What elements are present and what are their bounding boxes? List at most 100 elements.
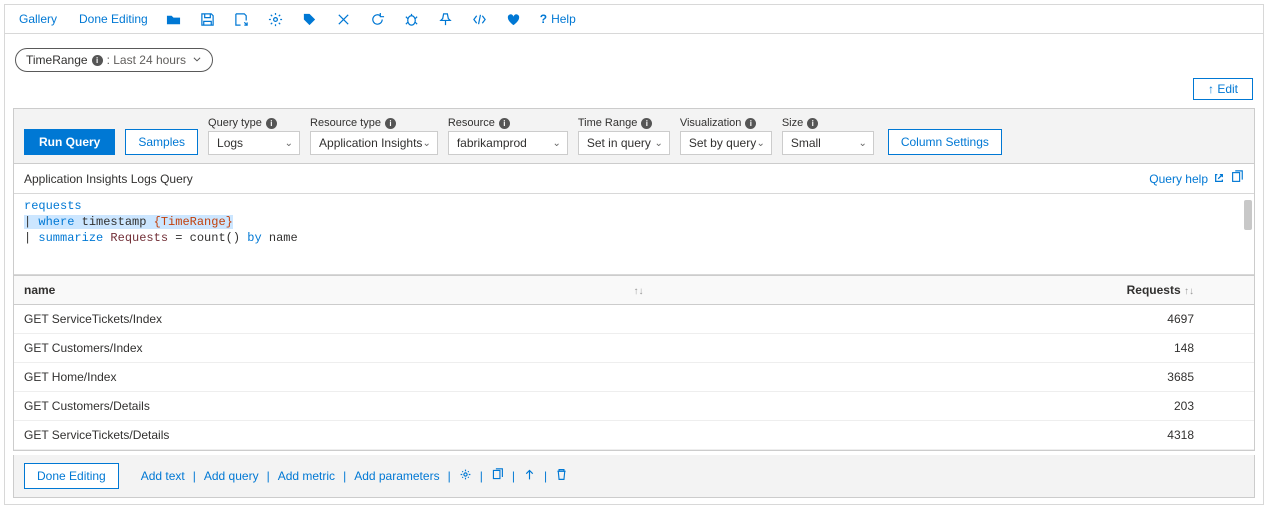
info-icon: i xyxy=(499,118,510,129)
info-icon: i xyxy=(807,118,818,129)
run-query-label: Run Query xyxy=(39,135,100,149)
query-type-value: Logs xyxy=(217,136,243,150)
done-editing-footer-button[interactable]: Done Editing xyxy=(24,463,119,489)
help-label: Help xyxy=(551,12,576,26)
copy-icon[interactable] xyxy=(1230,170,1244,187)
edit-button-label: ↑ Edit xyxy=(1208,82,1238,96)
chevron-down-icon: ⌄ xyxy=(858,138,866,149)
visualization-label: Visualizationi xyxy=(680,117,772,129)
table-row[interactable]: GET Home/Index3685 xyxy=(14,363,1254,392)
query-editor[interactable]: requests | where timestamp {TimeRange} |… xyxy=(14,193,1254,275)
move-up-icon[interactable] xyxy=(523,468,536,484)
info-icon: i xyxy=(385,118,396,129)
samples-button[interactable]: Samples xyxy=(125,129,198,155)
column-header-name[interactable]: name xyxy=(14,276,623,305)
back-to-gallery-link[interactable]: Gallery xyxy=(15,12,57,26)
cell-requests: 4318 xyxy=(663,421,1234,450)
code-icon[interactable] xyxy=(472,11,488,27)
time-range-dropdown[interactable]: Set in query ⌄ xyxy=(578,131,670,155)
code-line-1: requests xyxy=(24,199,82,213)
time-range-label: Time Rangei xyxy=(578,117,670,129)
chevron-down-icon: ⌄ xyxy=(654,138,662,149)
resource-type-dropdown[interactable]: Application Insights ⌄ xyxy=(310,131,438,155)
column-settings-label: Column Settings xyxy=(901,135,989,149)
visualization-dropdown[interactable]: Set by query ⌄ xyxy=(680,131,772,155)
gear-icon[interactable] xyxy=(459,468,472,484)
refresh-icon[interactable] xyxy=(370,11,386,27)
add-metric-link[interactable]: Add metric xyxy=(278,469,335,483)
query-help-label: Query help xyxy=(1149,172,1208,186)
resource-dropdown[interactable]: fabrikamprod ⌄ xyxy=(448,131,568,155)
time-range-value: Set in query xyxy=(587,136,651,150)
table-row[interactable]: GET ServiceTickets/Index4697 xyxy=(14,305,1254,334)
done-editing-top-link[interactable]: Done Editing xyxy=(75,12,148,26)
visualization-value: Set by query xyxy=(689,136,756,150)
done-editing-footer-label: Done Editing xyxy=(37,469,106,483)
bug-icon[interactable] xyxy=(404,11,420,27)
tag-icon[interactable] xyxy=(302,11,318,27)
table-row[interactable]: GET ServiceTickets/Details4318 xyxy=(14,421,1254,450)
size-label: Sizei xyxy=(782,117,874,129)
done-editing-top-label: Done Editing xyxy=(79,12,148,26)
resource-label: Resourcei xyxy=(448,117,568,129)
delete-icon[interactable] xyxy=(555,468,568,484)
size-value: Small xyxy=(791,136,821,150)
table-scroll-gutter xyxy=(1234,276,1254,305)
heart-icon[interactable] xyxy=(506,11,522,27)
column-sort-name[interactable]: ↑↓ xyxy=(623,276,663,305)
size-dropdown[interactable]: Small ⌄ xyxy=(782,131,874,155)
cell-name: GET ServiceTickets/Index xyxy=(14,305,663,334)
info-icon: i xyxy=(745,118,756,129)
cell-requests: 148 xyxy=(663,334,1234,363)
external-link-icon xyxy=(1214,172,1224,186)
gear-icon[interactable] xyxy=(268,11,284,27)
column-settings-button[interactable]: Column Settings xyxy=(888,129,1002,155)
chevron-down-icon: ⌄ xyxy=(552,138,560,149)
chevron-down-icon xyxy=(192,53,202,67)
add-parameters-link[interactable]: Add parameters xyxy=(354,469,439,483)
open-folder-icon[interactable] xyxy=(166,11,182,27)
resource-value: fabrikamprod xyxy=(457,136,527,150)
copy-icon[interactable] xyxy=(491,468,504,484)
run-query-button[interactable]: Run Query xyxy=(24,129,115,155)
timerange-pill-value: : Last 24 hours xyxy=(107,53,186,67)
query-type-dropdown[interactable]: Logs ⌄ xyxy=(208,131,300,155)
query-help-link[interactable]: Query help xyxy=(1149,170,1244,187)
info-icon: i xyxy=(266,118,277,129)
chevron-down-icon: ⌄ xyxy=(756,138,764,149)
samples-label: Samples xyxy=(138,135,185,149)
cell-requests: 3685 xyxy=(663,363,1234,392)
code-line-2: | where timestamp {TimeRange} xyxy=(24,215,233,229)
cell-name: GET Customers/Index xyxy=(14,334,663,363)
chevron-down-icon: ⌄ xyxy=(422,138,430,149)
gallery-label: Gallery xyxy=(19,12,57,26)
timerange-pill[interactable]: TimeRange i : Last 24 hours xyxy=(15,48,213,72)
help-icon: ? xyxy=(540,12,547,26)
add-query-link[interactable]: Add query xyxy=(204,469,259,483)
pin-icon[interactable] xyxy=(438,11,454,27)
help-link[interactable]: ? Help xyxy=(540,12,576,26)
column-header-requests[interactable]: Requests ↑↓ xyxy=(663,276,1234,305)
query-title: Application Insights Logs Query xyxy=(24,172,193,186)
cell-requests: 203 xyxy=(663,392,1234,421)
edit-button[interactable]: ↑ Edit xyxy=(1193,78,1253,100)
table-row[interactable]: GET Customers/Details203 xyxy=(14,392,1254,421)
save-as-icon[interactable] xyxy=(234,11,250,27)
cell-name: GET Home/Index xyxy=(14,363,663,392)
query-type-label: Query typei xyxy=(208,117,300,129)
chevron-down-icon: ⌄ xyxy=(285,138,293,149)
results-table: name ↑↓ Requests ↑↓ GET ServiceTickets/I… xyxy=(14,275,1254,450)
table-row[interactable]: GET Customers/Index148 xyxy=(14,334,1254,363)
resource-type-label: Resource typei xyxy=(310,117,438,129)
save-icon[interactable] xyxy=(200,11,216,27)
close-x-icon[interactable] xyxy=(336,11,352,27)
info-icon: i xyxy=(641,118,652,129)
cell-requests: 4697 xyxy=(663,305,1234,334)
resource-type-value: Application Insights xyxy=(319,136,422,150)
code-line-3: | summarize Requests = count() by name xyxy=(24,230,1244,246)
timerange-pill-label: TimeRange xyxy=(26,53,88,67)
info-icon: i xyxy=(92,55,103,66)
add-text-link[interactable]: Add text xyxy=(141,469,185,483)
cell-name: GET ServiceTickets/Details xyxy=(14,421,663,450)
cell-name: GET Customers/Details xyxy=(14,392,663,421)
